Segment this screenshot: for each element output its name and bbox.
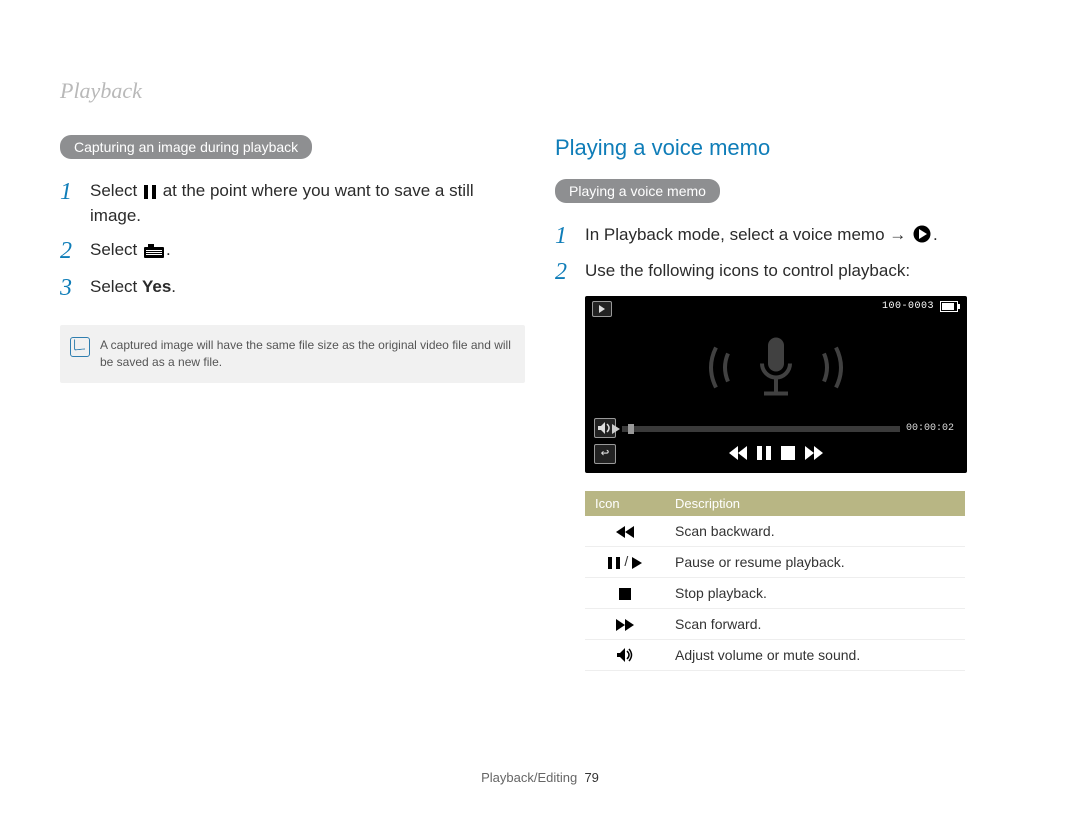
table-row: Scan backward. (585, 516, 965, 547)
rewind-icon (729, 446, 747, 466)
footer-section: Playback/Editing (481, 770, 577, 785)
right-step-1: 1 In Playback mode, select a voice memo … (555, 223, 1020, 249)
pause-play-icon: / (585, 546, 665, 577)
row-desc: Adjust volume or mute sound. (665, 639, 965, 670)
capture-icon (144, 244, 164, 258)
right-step-2: 2 Use the following icons to control pla… (555, 259, 1020, 285)
th-icon: Icon (585, 491, 665, 516)
screenshot-controls (729, 446, 823, 466)
footer: Playback/Editing 79 (0, 770, 1080, 785)
step-post: . (166, 240, 171, 259)
step-text: Select at the point where you want to sa… (90, 179, 525, 228)
step-text: Select Yes. (90, 275, 525, 300)
left-step-1: 1 Select at the point where you want to … (60, 179, 525, 228)
screenshot-topbar: 100-0003 (882, 301, 958, 312)
rewind-icon (585, 516, 665, 547)
stop-icon (781, 446, 795, 466)
screenshot-back-button: ↩ (594, 444, 616, 464)
left-step-2: 2 Select . (60, 238, 525, 264)
note-box: A captured image will have the same file… (60, 325, 525, 383)
mic-icon (696, 328, 856, 413)
row-desc: Pause or resume playback. (665, 546, 965, 577)
row-desc: Scan backward. (665, 516, 965, 547)
step-post: . (933, 225, 938, 244)
step-number: 2 (555, 259, 577, 285)
step-number: 3 (60, 275, 82, 301)
table-row: Scan forward. (585, 608, 965, 639)
stop-icon (585, 577, 665, 608)
th-desc: Description (665, 491, 965, 516)
section-heading: Playing a voice memo (555, 135, 1020, 161)
page: Playback Capturing an image during playb… (0, 0, 1080, 815)
step-pre: Select (90, 240, 142, 259)
left-step-3: 3 Select Yes. (60, 275, 525, 301)
step-number: 2 (60, 238, 82, 264)
step-bold: Yes (142, 277, 171, 296)
note-text: A captured image will have the same file… (100, 338, 511, 369)
pause-icon (757, 446, 771, 466)
icon-description-table: Icon Description Scan backward. (585, 491, 965, 671)
forward-icon (585, 608, 665, 639)
row-desc: Scan forward. (665, 608, 965, 639)
battery-icon (940, 301, 958, 312)
pause-icon (144, 185, 156, 199)
pill-voice-memo: Playing a voice memo (555, 179, 720, 203)
progress-track (622, 426, 900, 432)
note-icon (70, 337, 90, 357)
step-post: . (171, 277, 176, 296)
right-steps: 1 In Playback mode, select a voice memo … (555, 223, 1020, 286)
play-circle-icon (913, 225, 931, 243)
left-column: Capturing an image during playback 1 Sel… (60, 135, 525, 671)
forward-icon (805, 446, 823, 466)
row-desc: Stop playback. (665, 577, 965, 608)
page-title: Playback (60, 78, 142, 104)
footer-page: 79 (584, 770, 598, 785)
left-steps: 1 Select at the point where you want to … (60, 179, 525, 301)
step-pre: In Playback mode, select a voice memo → (585, 225, 911, 244)
screenshot-play-mode-icon (592, 301, 612, 317)
step-pre: Select (90, 181, 142, 200)
step-number: 1 (60, 179, 82, 205)
table-row: Adjust volume or mute sound. (585, 639, 965, 670)
screenshot-progress: 00:00:02 (622, 422, 954, 436)
screenshot-time: 00:00:02 (906, 423, 954, 434)
step-number: 1 (555, 223, 577, 249)
step-text: In Playback mode, select a voice memo → … (585, 223, 1020, 248)
table-row: / Pause or resume playback. (585, 546, 965, 577)
screenshot-folder: 100-0003 (882, 301, 934, 312)
right-column: Playing a voice memo Playing a voice mem… (555, 135, 1020, 671)
step-pre: Select (90, 277, 142, 296)
volume-icon (585, 639, 665, 670)
step-text: Use the following icons to control playb… (585, 259, 1020, 284)
pill-capture: Capturing an image during playback (60, 135, 312, 159)
columns: Capturing an image during playback 1 Sel… (60, 135, 1020, 671)
table-row: Stop playback. (585, 577, 965, 608)
step-text: Select . (90, 238, 525, 263)
voice-memo-screenshot: 100-0003 (585, 296, 967, 473)
